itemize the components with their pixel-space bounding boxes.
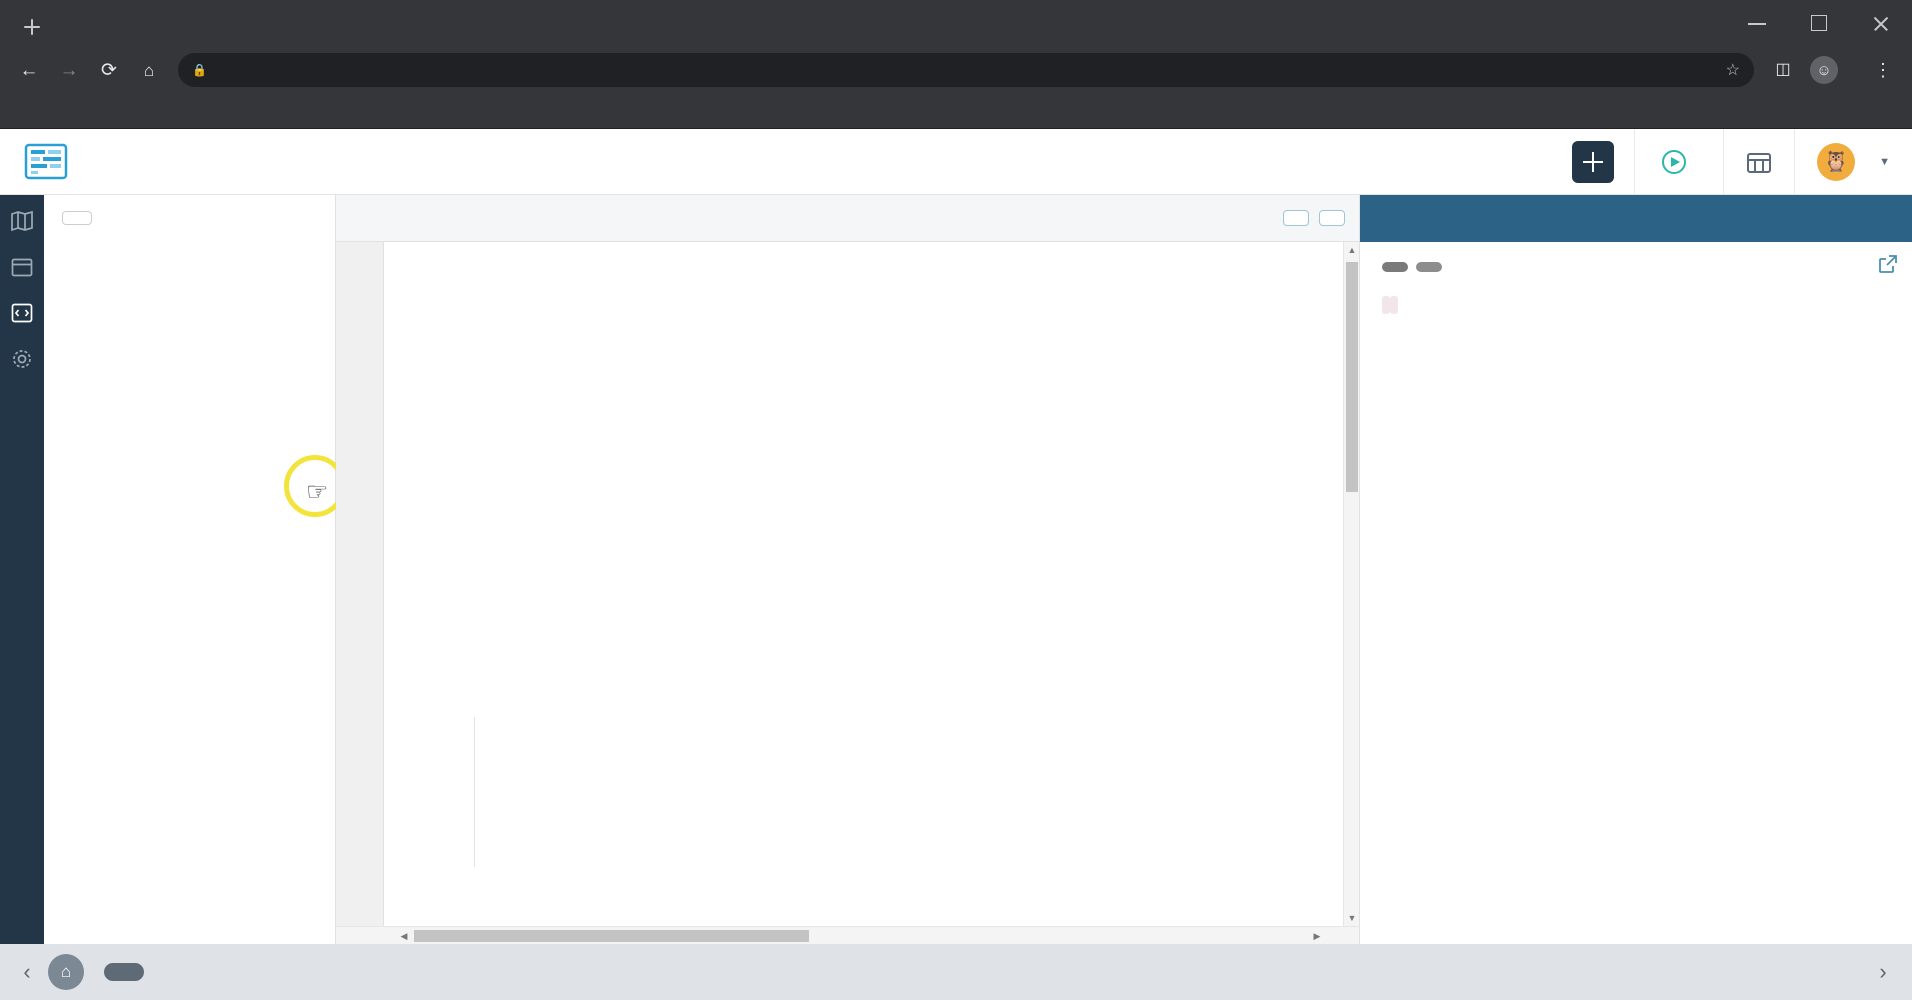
tab-strip (0, 0, 1912, 47)
scroll-left-arrow-icon[interactable]: ◀ (396, 927, 412, 945)
chevron-left-icon[interactable]: ‹ (14, 959, 40, 985)
maximize-button[interactable] (1788, 0, 1850, 47)
lock-icon: 🔒 (192, 63, 207, 77)
minimize-button[interactable] (1726, 0, 1788, 47)
reload-icon[interactable]: ⟳ (90, 51, 128, 89)
code-editor[interactable]: ▲ ▼ (336, 242, 1359, 926)
submit-continue-button[interactable] (1283, 210, 1309, 226)
editor-header (336, 195, 1359, 242)
resume-button[interactable] (1634, 129, 1723, 194)
instruction-rule-one (1382, 290, 1890, 317)
forward-arrow-icon[interactable]: → (50, 51, 88, 89)
scroll-right-arrow-icon[interactable]: ▶ (1309, 927, 1325, 945)
editor-column: ▲ ▼ ◀ ▶ (336, 195, 1360, 944)
gear-icon[interactable] (10, 347, 34, 371)
course-label[interactable] (104, 963, 144, 981)
side-panel-icon[interactable]: ◫ (1764, 51, 1802, 89)
right-panel-tabs (1360, 195, 1912, 242)
incognito-avatar-icon: ☺ (1810, 56, 1838, 84)
incognito-indicator[interactable]: ☺ (1806, 53, 1860, 87)
assignment-badges (1382, 262, 1890, 272)
user-menu-button[interactable]: 🦉 ▼ (1794, 129, 1912, 194)
back-arrow-icon[interactable]: ← (10, 51, 48, 89)
close-window-button[interactable] (1850, 0, 1912, 47)
new-file-button[interactable] (62, 211, 92, 225)
editor-horizontal-scrollbar[interactable]: ◀ ▶ (336, 926, 1359, 944)
map-icon[interactable] (10, 209, 34, 233)
calendar-button[interactable] (1723, 129, 1794, 194)
external-link-icon[interactable] (1878, 254, 1898, 274)
points-badge (1382, 262, 1408, 272)
bookmarks-bar (0, 93, 1912, 129)
codehs-header: 🦉 ▼ (0, 129, 1912, 195)
course-nav-bar: ‹ ⌂ › (0, 944, 1912, 1000)
mouse-cursor-icon: ☞ (306, 478, 329, 506)
calendar-icon (1747, 152, 1772, 173)
home-icon[interactable]: ⌂ (130, 51, 168, 89)
browser-window: ← → ⟳ ⌂ 🔒 ☆ ◫ ☺ ⋮ 🦉 ▼ ☞ ▲ ▼ ◀ ▶ ‹ ⌂ › (0, 0, 1912, 1000)
chevron-right-icon[interactable]: › (1868, 959, 1898, 985)
browser-toolbar: ← → ⟳ ⌂ 🔒 ☆ ◫ ☺ ⋮ (0, 47, 1912, 93)
save-button[interactable] (1319, 210, 1345, 226)
code-content[interactable] (384, 242, 1359, 926)
window-controls (1726, 0, 1912, 47)
codehs-body: ☞ ▲ ▼ ◀ ▶ (0, 195, 1912, 944)
assignment-instructions (1360, 242, 1912, 944)
codehs-logo-icon[interactable] (0, 129, 92, 194)
play-circle-icon (1662, 149, 1687, 174)
codehs-app: 🦉 ▼ ☞ ▲ ▼ ◀ ▶ ‹ ⌂ › (0, 129, 1912, 1000)
editor-vertical-scrollbar[interactable]: ▲ ▼ (1343, 242, 1359, 926)
code-left (1390, 296, 1398, 314)
code-file-icon[interactable] (10, 301, 34, 325)
vertical-scroll-thumb[interactable] (1346, 262, 1358, 492)
three-dot-menu-icon[interactable]: ⋮ (1864, 51, 1902, 89)
line-number-gutter (336, 242, 384, 926)
address-bar[interactable]: 🔒 ☆ (178, 53, 1754, 87)
status-badge (1416, 262, 1442, 272)
add-button[interactable] (1572, 140, 1615, 183)
calendar-rail-icon[interactable] (10, 255, 34, 279)
toolbar-right: ◫ ☺ ⋮ (1764, 51, 1902, 89)
code-float (1382, 296, 1390, 314)
file-panel: ☞ (44, 195, 346, 944)
left-rail (0, 195, 44, 944)
bookmark-star-icon[interactable]: ☆ (1726, 60, 1740, 80)
avatar: 🦉 (1817, 142, 1856, 181)
scroll-down-arrow-icon[interactable]: ▼ (1344, 910, 1359, 926)
scroll-up-arrow-icon[interactable]: ▲ (1344, 242, 1359, 258)
new-tab-button[interactable] (16, 11, 48, 43)
right-panel (1360, 195, 1912, 944)
horizontal-scroll-thumb[interactable] (414, 930, 809, 942)
header-spacer (92, 129, 1572, 194)
course-home-icon[interactable]: ⌂ (48, 954, 84, 990)
chevron-down-icon: ▼ (1879, 155, 1890, 168)
